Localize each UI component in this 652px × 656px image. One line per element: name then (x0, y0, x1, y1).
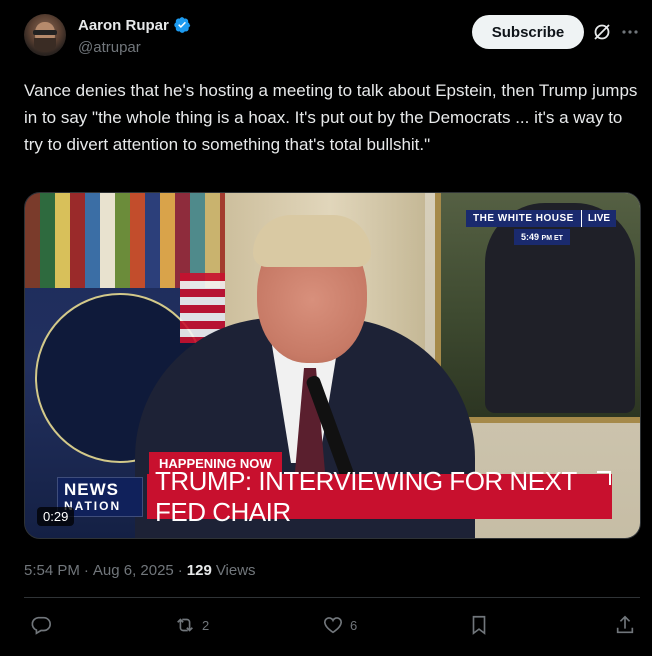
avatar-glasses (33, 30, 57, 35)
tweet-meta: 5:54 PM · Aug 6, 2025 · 129 Views (24, 562, 256, 579)
views-label: Views (215, 562, 256, 579)
tweet-time[interactable]: 5:54 PM (24, 562, 80, 579)
tweet-text: Vance denies that he's hosting a meeting… (24, 81, 638, 154)
video-duration: 0:29 (37, 507, 75, 526)
network-logo-top: NEWS (64, 480, 119, 499)
like-button[interactable]: 6 (322, 610, 357, 640)
action-bar: 2 6 (24, 610, 640, 640)
heart-icon (323, 617, 343, 634)
broadcast-time-value: 5:49 (521, 232, 540, 242)
broadcast-time-zone: PM ET (541, 235, 563, 242)
meta-separator: · (177, 562, 183, 579)
author-handle[interactable]: @atrupar (78, 39, 141, 56)
more-options-icon[interactable] (620, 22, 640, 42)
divider (24, 597, 640, 598)
repost-count: 2 (202, 617, 210, 633)
bookmark-icon (472, 615, 486, 635)
tweet: Aaron Rupar @atrupar Subscribe Vance den… (0, 0, 652, 656)
repost-button[interactable]: 2 (174, 610, 209, 640)
author-display-name[interactable]: Aaron Rupar (78, 17, 169, 34)
author-name-row: Aaron Rupar (78, 16, 191, 34)
live-bug: THE WHITE HOUSE LIVE (466, 210, 617, 227)
tweet-date[interactable]: Aug 6, 2025 (93, 562, 174, 579)
lower-third-headline: TRUMP: INTERVIEWING FOR NEXT FED CHAIR (147, 466, 612, 527)
verified-badge-icon (173, 16, 191, 34)
share-button[interactable] (614, 610, 636, 640)
reply-icon (31, 616, 51, 635)
repost-icon (177, 618, 193, 632)
reply-button[interactable] (30, 610, 52, 640)
avatar[interactable] (24, 14, 66, 56)
meta-separator: · (83, 562, 89, 579)
video-speaker-hair (253, 215, 371, 267)
like-count: 6 (350, 617, 358, 633)
live-channel-label: THE WHITE HOUSE (466, 210, 581, 227)
grok-icon[interactable] (592, 22, 612, 42)
avatar-beard (34, 38, 56, 52)
broadcast-time: 5:49 PM ET (514, 229, 570, 245)
video-player[interactable]: THE WHITE HOUSE LIVE 5:49 PM ET HAPPENIN… (24, 192, 641, 539)
live-label: LIVE (580, 210, 617, 227)
views-count: 129 (186, 562, 212, 579)
share-icon (616, 615, 634, 634)
subscribe-button[interactable]: Subscribe (472, 15, 584, 49)
fullscreen-corner-icon (597, 471, 611, 485)
bookmark-button[interactable] (468, 610, 490, 640)
